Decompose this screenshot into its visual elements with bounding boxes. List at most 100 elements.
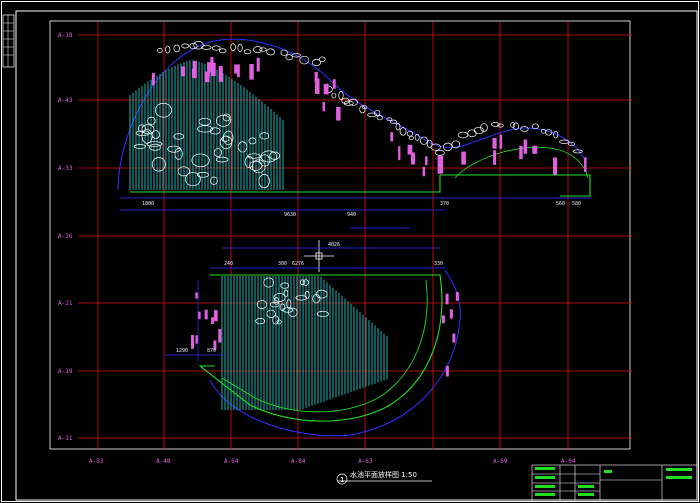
annotation-mark [204, 309, 208, 320]
dim-text: 370 [440, 201, 449, 207]
rock-outline [191, 153, 210, 168]
row-label: A-11 [58, 435, 73, 442]
annotation-mark [493, 150, 497, 165]
outer-border [1, 1, 699, 502]
annotation-mark [449, 309, 453, 319]
row-label: A-19 [58, 368, 73, 375]
dim-text: 4026 [328, 242, 340, 248]
rock-outline [237, 43, 243, 52]
rock-outline [318, 56, 326, 63]
rock-outline [173, 44, 180, 53]
rock-outline [376, 115, 383, 121]
annotation-mark [249, 63, 254, 80]
annotation-mark [151, 73, 155, 86]
annotation-mark [461, 151, 466, 165]
annotation-mark [234, 64, 238, 74]
rock-outline [406, 130, 414, 137]
annotation-mark [237, 64, 240, 78]
dim-text: 560 [556, 201, 565, 207]
annotation-mark [336, 106, 341, 121]
rock-outline [157, 47, 163, 53]
annotation-mark [422, 166, 426, 177]
annotation-mark [210, 56, 214, 67]
upper-pool-dim-arc [117, 38, 586, 191]
col-label: A-48 [156, 458, 171, 465]
lower-pool [191, 269, 461, 437]
annotation-mark [584, 157, 587, 173]
row-label: A-43 [58, 97, 73, 104]
title-number: 1 [340, 476, 344, 484]
rock-outline [434, 149, 445, 156]
dim-text: 1800 [142, 201, 154, 207]
annotation-mark [499, 134, 503, 149]
upper-pool [117, 38, 591, 197]
col-label: A-54 [224, 458, 239, 465]
cad-drawing-canvas: A-18 A-43 A-33 A-26 A-21 A-19 A-11 A-33 … [1, 1, 699, 502]
rock-outline [559, 139, 570, 144]
rock-outline [280, 49, 288, 56]
rock-outline [263, 277, 275, 288]
rock-outline [189, 43, 198, 50]
rock-outline [255, 318, 266, 325]
annotation-mark [218, 66, 223, 82]
rock-outline [285, 54, 293, 61]
annotation-mark [445, 293, 449, 305]
annotation-mark [492, 137, 497, 149]
rock-outline [259, 132, 270, 140]
inner-border [15, 10, 698, 501]
drawing-title: 水池平面放样图 1:50 [350, 470, 417, 479]
rock-outline [230, 43, 236, 51]
upper-dimensions [120, 197, 590, 211]
upper-rockery [133, 40, 583, 189]
annotation-mark [322, 101, 326, 112]
rock-outline [338, 91, 344, 100]
annotation-mark [407, 144, 413, 155]
rock-outline [165, 45, 171, 54]
annotation-mark [445, 366, 449, 377]
rock-outline [520, 126, 529, 132]
rock-outline [399, 127, 407, 136]
annotation-mark [323, 84, 328, 95]
annotation-mark [441, 315, 445, 324]
dim-text: 6276 [292, 261, 304, 267]
annotation-mark [390, 132, 394, 142]
lower-pool-inner-edge [221, 279, 428, 413]
rock-outline [259, 47, 267, 52]
annotation-mark [218, 329, 222, 343]
annotation-mark [207, 62, 210, 77]
annotation-mark [523, 139, 528, 154]
annotation-mark [425, 156, 428, 166]
rock-outline [256, 300, 268, 309]
dim-text: 580 [572, 201, 581, 207]
dim-text: 9630 [284, 212, 296, 218]
dim-text: 1290 [176, 348, 188, 354]
binding-strip-cells [3, 15, 14, 67]
annotation-mark [532, 145, 538, 154]
annotation-mark [214, 310, 218, 322]
title-block-fills [535, 467, 692, 496]
annotation-mark [553, 157, 558, 175]
rock-outline [331, 92, 337, 99]
rock-outline [572, 149, 583, 154]
row-label: A-26 [58, 233, 73, 240]
dim-text: 940 [347, 212, 356, 218]
rock-outline [253, 46, 263, 54]
axis-grid [78, 22, 632, 450]
col-label: A-33 [89, 458, 104, 465]
rock-outline [367, 112, 378, 118]
dim-text: 870 [207, 348, 216, 354]
dim-text: 240 [224, 261, 233, 267]
rock-outline [266, 48, 276, 56]
drawing-title-block: 1 水池平面放样图 1:50 [336, 470, 432, 485]
rock-outline [473, 126, 484, 135]
annotation-mark [440, 155, 444, 174]
column-labels: A-33 A-48 A-54 A-84 A-63 A-69 A-04 [89, 458, 576, 465]
rock-outline [219, 48, 227, 54]
row-label: A-33 [58, 165, 73, 172]
rock-outline [243, 49, 252, 55]
annotation-mark [452, 333, 456, 343]
row-label: A-21 [58, 300, 73, 307]
rock-outline [211, 45, 221, 51]
annotation-mark [519, 145, 523, 160]
annotation-mark [256, 57, 260, 72]
